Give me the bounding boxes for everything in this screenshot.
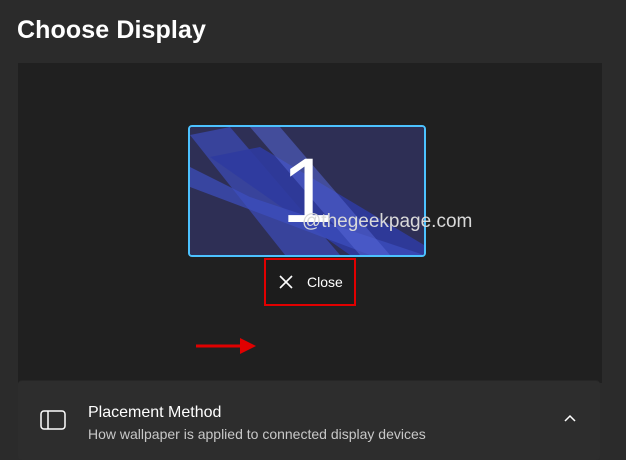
placement-method-setting[interactable]: Placement Method How wallpaper is applie… — [18, 380, 600, 460]
arrow-right-icon — [196, 338, 256, 354]
page-title: Choose Display — [17, 16, 206, 44]
display-panel-icon — [40, 410, 66, 430]
placement-method-description: How wallpaper is applied to connected di… — [88, 426, 426, 442]
monitor-number-label: 1 — [281, 140, 333, 242]
display-arrangement-panel: 1 @thegeekpage.com — [18, 63, 602, 383]
placement-method-title: Placement Method — [88, 404, 222, 421]
close-button-label: Close — [307, 274, 343, 290]
close-icon — [279, 275, 293, 289]
watermark-text: @thegeekpage.com — [302, 211, 473, 232]
monitor-1-thumbnail[interactable]: 1 — [188, 125, 426, 257]
close-button[interactable]: Close — [264, 258, 356, 306]
chevron-up-icon[interactable] — [564, 414, 576, 422]
